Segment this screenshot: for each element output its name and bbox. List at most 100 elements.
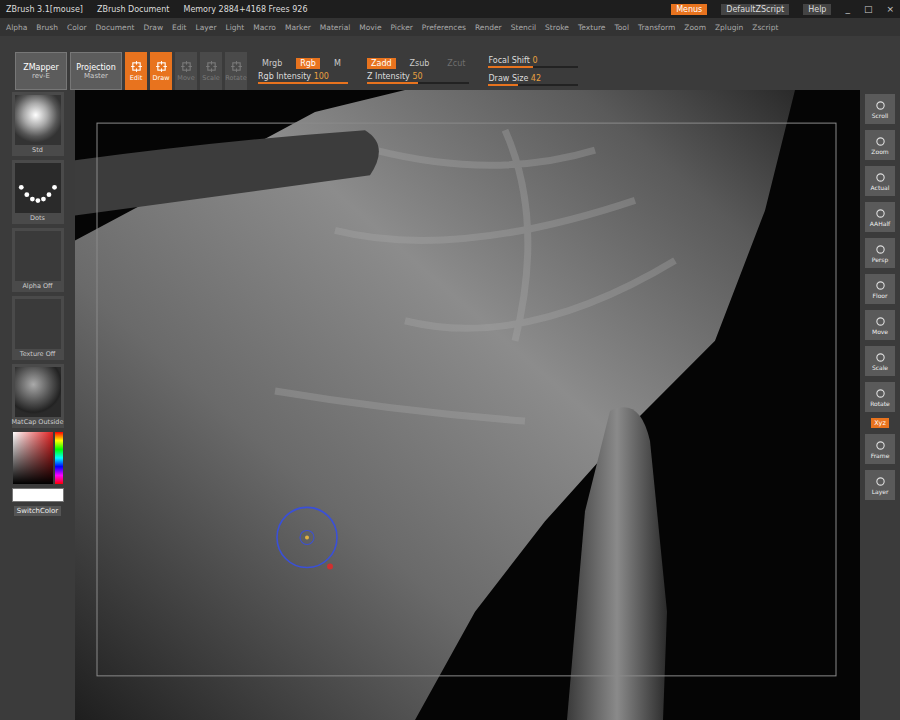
zbrush-window: ZBrush 3.1[mouse]ZBrush DocumentMemory 2…	[0, 0, 900, 720]
color-swatch[interactable]	[12, 488, 64, 502]
switch-color-button[interactable]: SwitchColor	[14, 506, 61, 516]
dots-icon	[15, 163, 61, 213]
menu-item[interactable]: Preferences	[422, 23, 466, 32]
menu-item[interactable]: Alpha	[6, 23, 27, 32]
view-button[interactable]: Layer	[865, 470, 895, 500]
menu-item[interactable]: Picker	[391, 23, 413, 32]
view-icon	[875, 388, 886, 399]
tile-thumbnail	[15, 163, 61, 213]
mode-button[interactable]: Scale	[200, 52, 222, 90]
z-group: Zadd Zsub Zcut Z Intensity 50	[359, 52, 477, 90]
tile-thumbnail	[15, 231, 61, 281]
menu-item[interactable]: Document	[96, 23, 135, 32]
title-button[interactable]: DefaultZScript	[721, 4, 789, 15]
view-button[interactable]: Zoom	[865, 130, 895, 160]
tile-thumbnail	[15, 95, 61, 145]
mode-icon	[206, 61, 217, 72]
rgb-intensity-slider[interactable]: Rgb Intensity 100	[258, 72, 348, 84]
view-icon	[875, 136, 886, 147]
left-shelf: StdDotsAlpha OffTexture OffMatCap Outsid…	[0, 90, 75, 720]
menu-bar: Alpha Brush Color Document Draw Edit Layer Ligh…	[0, 18, 900, 36]
mode-button[interactable]: Rotate	[225, 52, 247, 90]
z-button[interactable]: Zsub	[406, 58, 434, 69]
title-bar: ZBrush 3.1[mouse]ZBrush DocumentMemory 2…	[0, 0, 900, 18]
menu-item[interactable]: Material	[320, 23, 350, 32]
view-icon	[875, 100, 886, 111]
view-icon	[875, 316, 886, 327]
tile-thumbnail	[15, 299, 61, 349]
shelf-tile[interactable]: Texture Off	[12, 296, 64, 360]
view-button[interactable]: Move	[865, 310, 895, 340]
window-control[interactable]: □	[864, 4, 873, 14]
view-icon	[875, 352, 886, 363]
view-toggle[interactable]: Xyz	[871, 418, 889, 428]
rgb-button[interactable]: Mrgb	[258, 58, 286, 69]
shelf-tile[interactable]: Std	[12, 92, 64, 156]
brush-sliders: Focal Shift 0 Draw Size 42	[480, 52, 586, 90]
menu-item[interactable]: Stencil	[511, 23, 536, 32]
menu-item[interactable]: Tool	[614, 23, 629, 32]
color-picker[interactable]	[13, 432, 63, 484]
top-shelf: ZMapperrev-EProjectionMasterEditDrawMove…	[0, 52, 900, 90]
view-button[interactable]: Scale	[865, 346, 895, 376]
window-control[interactable]: ×	[886, 4, 894, 14]
mode-button[interactable]: Edit	[125, 52, 147, 90]
menu-item[interactable]: Edit	[172, 23, 187, 32]
z-button[interactable]: Zcut	[443, 58, 469, 69]
menu-item[interactable]: Render	[475, 23, 502, 32]
menu-item[interactable]: Brush	[36, 23, 58, 32]
canvas[interactable]	[75, 90, 860, 720]
view-button[interactable]: Frame	[865, 434, 895, 464]
menu-item[interactable]: Macro	[253, 23, 276, 32]
shelf-tile[interactable]: MatCap Outside	[12, 364, 64, 428]
menu-item[interactable]: Light	[225, 23, 244, 32]
menu-item[interactable]: Marker	[285, 23, 311, 32]
brush-slider[interactable]: Focal Shift 0	[488, 56, 578, 68]
rgb-button[interactable]: Rgb	[296, 58, 320, 69]
view-button[interactable]: AAHalf	[865, 202, 895, 232]
menu-item[interactable]: Movie	[359, 23, 381, 32]
mode-icon	[231, 61, 242, 72]
view-icon	[875, 476, 886, 487]
menu-item[interactable]: Zscript	[752, 23, 778, 32]
tile-thumbnail	[15, 367, 61, 417]
menu-item[interactable]: Color	[67, 23, 87, 32]
mode-icon	[181, 61, 192, 72]
shelf-tile[interactable]: Alpha Off	[12, 228, 64, 292]
menu-item[interactable]: Transform	[638, 23, 675, 32]
sculpt-model[interactable]	[75, 90, 860, 720]
rgb-group: Mrgb Rgb M Rgb Intensity 100	[250, 52, 356, 90]
title-button[interactable]: Menus	[671, 4, 707, 15]
mode-icon	[131, 61, 142, 72]
view-icon	[875, 440, 886, 451]
right-shelf: Scroll Zoom Actual AAHalf Persp Floor Move Scal…	[860, 90, 900, 720]
brush-slider[interactable]: Draw Size 42	[488, 74, 578, 86]
mode-button[interactable]: Draw	[150, 52, 172, 90]
view-button[interactable]: Actual	[865, 166, 895, 196]
mode-icon	[156, 61, 167, 72]
plugin-button[interactable]: ProjectionMaster	[70, 52, 122, 90]
title-button[interactable]: Help	[803, 4, 831, 15]
menu-item[interactable]: Layer	[196, 23, 217, 32]
menu-item[interactable]: Zoom	[684, 23, 706, 32]
menu-item[interactable]: Stroke	[545, 23, 569, 32]
view-icon	[875, 244, 886, 255]
z-button[interactable]: Zadd	[367, 58, 396, 69]
z-intensity-slider[interactable]: Z Intensity 50	[367, 72, 469, 84]
view-button[interactable]: Rotate	[865, 382, 895, 412]
view-button[interactable]: Persp	[865, 238, 895, 268]
mode-button[interactable]: Move	[175, 52, 197, 90]
menu-item[interactable]: Texture	[578, 23, 605, 32]
view-icon	[875, 208, 886, 219]
plugin-button[interactable]: ZMapperrev-E	[15, 52, 67, 90]
menu-item[interactable]: Zplugin	[715, 23, 743, 32]
shelf-tile[interactable]: Dots	[12, 160, 64, 224]
memory-info: Memory 2884+4168 Frees 926	[183, 5, 307, 14]
rgb-button[interactable]: M	[330, 58, 345, 69]
window-control[interactable]: _	[845, 4, 850, 14]
view-icon	[875, 280, 886, 291]
view-button[interactable]: Floor	[865, 274, 895, 304]
menu-item[interactable]: Draw	[143, 23, 163, 32]
app-title: ZBrush 3.1[mouse]	[6, 5, 83, 14]
view-button[interactable]: Scroll	[865, 94, 895, 124]
